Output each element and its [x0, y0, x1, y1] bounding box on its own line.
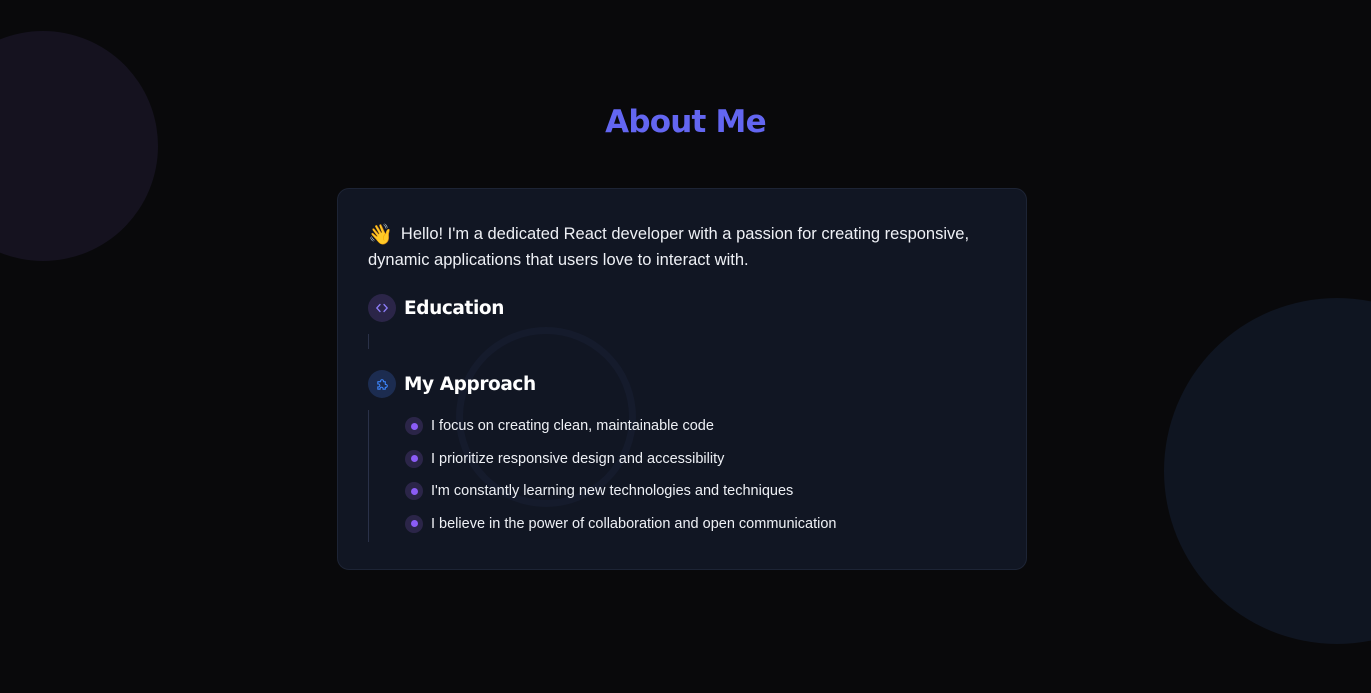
list-item: I prioritize responsive design and acces…: [405, 443, 836, 476]
about-card: 👋 Hello! I'm a dedicated React developer …: [337, 188, 1027, 570]
about-section: About Me 👋 Hello! I'm a dedicated React d…: [0, 0, 1371, 693]
education-timeline: [368, 334, 369, 349]
list-item: I believe in the power of collaboration …: [405, 508, 836, 541]
code-icon: [368, 294, 396, 322]
waving-hand-icon: 👋: [368, 224, 393, 246]
list-item-text: I prioritize responsive design and acces…: [431, 450, 725, 467]
list-item: I'm constantly learning new technologies…: [405, 475, 836, 508]
puzzle-icon: [368, 370, 396, 398]
list-item-text: I believe in the power of collaboration …: [431, 515, 837, 532]
intro-paragraph: 👋 Hello! I'm a dedicated React developer …: [368, 222, 1008, 273]
decorative-circle-right: [1164, 298, 1371, 644]
list-item-text: I focus on creating clean, maintainable …: [431, 418, 714, 435]
bullet-dot-icon: [405, 417, 423, 436]
decorative-circle-left: [0, 31, 158, 261]
education-title: Education: [404, 297, 504, 319]
approach-list: I focus on creating clean, maintainable …: [368, 410, 836, 542]
list-item: I focus on creating clean, maintainable …: [405, 410, 836, 443]
intro-text: Hello! I'm a dedicated React developer w…: [368, 225, 970, 269]
approach-title: My Approach: [404, 373, 536, 395]
bullet-dot-icon: [405, 482, 423, 501]
list-item-text: I'm constantly learning new technologies…: [431, 483, 794, 500]
section-title: About Me: [605, 104, 766, 140]
bullet-dot-icon: [405, 514, 423, 533]
bullet-dot-icon: [405, 449, 423, 468]
approach-heading: My Approach: [368, 370, 536, 398]
education-heading: Education: [368, 294, 504, 322]
